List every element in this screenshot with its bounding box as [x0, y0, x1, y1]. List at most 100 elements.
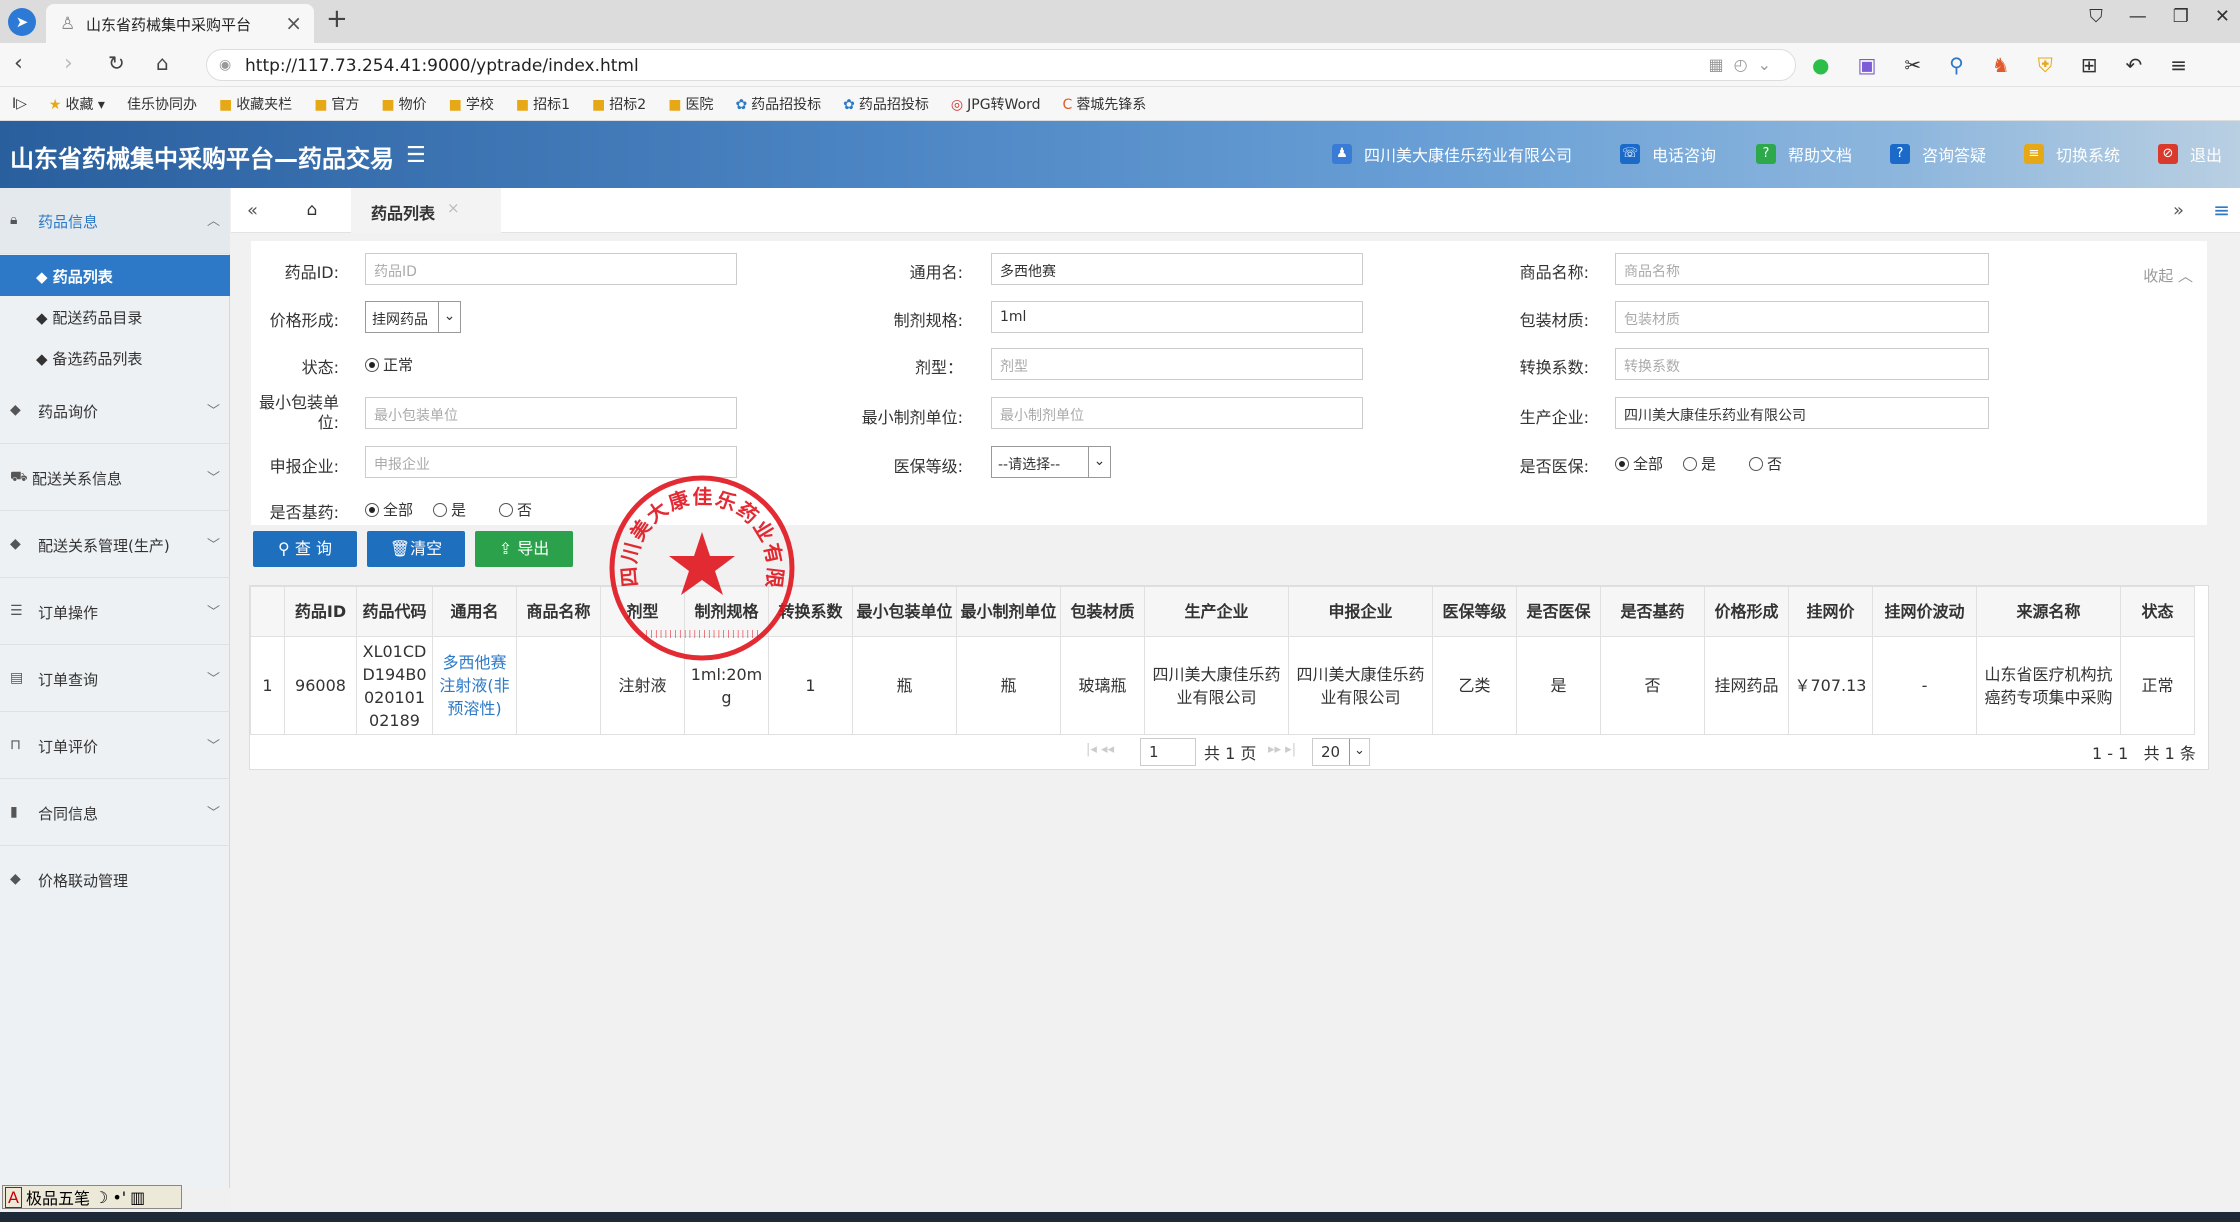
grid-icon[interactable]: ⊞ — [2081, 53, 2098, 77]
dosage-form-input[interactable]: 剂型 — [991, 348, 1363, 380]
sidebar-item-contract[interactable]: ▮ 合同信息 ﹀ — [0, 780, 230, 846]
insurance-all-radio[interactable]: 全部 — [1615, 453, 1663, 474]
spec-input[interactable]: 1ml — [991, 301, 1363, 333]
wechat-icon[interactable]: ● — [1812, 53, 1829, 77]
generic-name-input[interactable]: 多西他赛 — [991, 253, 1363, 285]
collapse-toggle[interactable]: 收起 ︿ — [2143, 265, 2193, 286]
tabs-menu-icon[interactable]: ≡ — [2213, 198, 2230, 222]
menu-icon[interactable]: ≡ — [2170, 53, 2187, 77]
bookmark-item[interactable]: ■ 招标2 — [592, 94, 646, 114]
drug-id-input[interactable]: 药品ID — [365, 253, 737, 285]
bookmark-item[interactable]: ✿ 药品招投标 — [843, 94, 929, 114]
clear-button[interactable]: 🗑︎清空 — [367, 531, 465, 567]
translate-icon[interactable]: ▣ — [1857, 53, 1876, 77]
jpg-icon: ◎ — [950, 96, 964, 113]
browser-tab[interactable]: ♙ 山东省药械集中采购平台 × — [46, 4, 314, 43]
site-info-icon[interactable]: ◉ — [219, 57, 231, 73]
record-range: 1 - 1 共 1 条 — [2092, 744, 2196, 763]
restore-icon[interactable]: ❐ — [2173, 6, 2189, 27]
minimize-icon[interactable]: — — [2129, 6, 2147, 27]
last-page-icon[interactable]: ▸▸ ▸| — [1268, 742, 1296, 757]
tabs-scroll-right-icon[interactable]: » — [2173, 200, 2184, 221]
bookmark-item[interactable]: ■ 官方 — [314, 94, 359, 114]
sidebar-item-order-review[interactable]: ⊓ 订单评价 ﹀ — [0, 713, 230, 779]
generic-name-link[interactable]: 多西他赛注射液(非预溶性) — [432, 636, 517, 735]
first-page-icon[interactable]: |◂ ◂◂ — [1086, 742, 1114, 757]
min-package-unit-input[interactable]: 最小包装单位 — [365, 397, 737, 429]
sidebar-item-order-ops[interactable]: ☰ 订单操作 ﹀ — [0, 579, 230, 645]
sidebar-item-delivery-info[interactable]: ⛟ 配送关系信息 ﹀ — [0, 445, 230, 511]
bookmarks-toggle-icon[interactable]: I▷ — [12, 96, 27, 112]
close-window-icon[interactable]: ✕ — [2215, 6, 2230, 27]
help-icon: ? — [1756, 144, 1776, 164]
undo-icon[interactable]: ↶ — [2125, 53, 2142, 77]
sidebar-item-inquiry[interactable]: ◆ 药品询价 ﹀ — [0, 378, 230, 444]
reload-icon[interactable]: ↻ — [108, 51, 125, 75]
sidebar-item-drug-info[interactable]: 🔒︎ 药品信息 ︿ — [0, 188, 230, 254]
bookmark-item[interactable]: C 蓉城先锋系 — [1063, 94, 1147, 114]
sidebar-item-order-query[interactable]: ▤ 订单查询 ﹀ — [0, 646, 230, 712]
insurance-level-select[interactable]: --请选择-- ⌄ — [991, 446, 1111, 478]
sidebar-sub-delivery-catalog[interactable]: ◆ 配送药品目录 — [0, 296, 230, 337]
bookmark-item[interactable]: ★ 收藏 ▾ — [49, 94, 105, 114]
col-header: 挂网价波动 — [1872, 586, 1977, 637]
lock-icon: 🔒︎ — [10, 212, 18, 228]
bookmark-item[interactable]: ■ 招标1 — [516, 94, 570, 114]
bookmark-item[interactable]: ■ 物价 — [381, 94, 426, 114]
logout-link[interactable]: ⊘ 退出 — [2158, 142, 2222, 166]
url-field[interactable]: ◉ http://117.73.254.41:9000/yptrade/inde… — [206, 49, 1796, 81]
package-material-input[interactable]: 包装材质 — [1615, 301, 1989, 333]
label-manufacturer: 生产企业: — [1519, 408, 1589, 427]
price-form-select[interactable]: 挂网药品 ⌄ — [365, 301, 461, 333]
switch-system-link[interactable]: ≡ 切换系统 — [2024, 142, 2120, 166]
back-icon[interactable]: ‹ — [14, 51, 23, 76]
status-normal-radio[interactable]: 正常 — [365, 354, 413, 375]
sidebar-sub-candidate-list[interactable]: ◆ 备选药品列表 — [0, 337, 230, 378]
company-link[interactable]: ♟ 四川美大康佳乐药业有限公司 — [1332, 142, 1572, 166]
scissors-icon[interactable]: ✂ — [1904, 53, 1921, 77]
trade-name-input[interactable]: 商品名称 — [1615, 253, 1989, 285]
conversion-input[interactable]: 转换系数 — [1615, 348, 1989, 380]
page-number-input[interactable]: 1 — [1140, 738, 1196, 766]
phone-link[interactable]: ☏ 电话咨询 — [1620, 142, 1716, 166]
bookmark-item[interactable]: ■ 学校 — [449, 94, 494, 114]
sidebar-item-price-link[interactable]: ◆ 价格联动管理 — [0, 847, 230, 913]
min-prep-unit-input[interactable]: 最小制剂单位 — [991, 397, 1363, 429]
sidebar-toggle-icon[interactable]: ☰ — [406, 143, 426, 168]
tab-close-icon[interactable]: × — [447, 199, 460, 217]
basic-all-radio[interactable]: 全部 — [365, 499, 413, 520]
bookmark-item[interactable]: ■ 收藏夹栏 — [219, 94, 292, 114]
shield-icon[interactable]: ⛨ — [2038, 53, 2053, 77]
basic-no-radio[interactable]: 否 — [499, 499, 532, 520]
sidebar-item-delivery-mgmt[interactable]: ◆ 配送关系管理(生产) ﹀ — [0, 512, 230, 578]
table-row[interactable]: 1 96008 XL01CDD194B002010102189 多西他赛注射液(… — [250, 636, 2195, 735]
shirt-icon[interactable]: ⛉ — [2089, 6, 2103, 27]
search-icon[interactable]: ⚲ — [1949, 53, 1964, 77]
basic-yes-radio[interactable]: 是 — [433, 499, 466, 520]
query-button[interactable]: ⚲ 查 询 — [253, 531, 357, 567]
insurance-yes-radio[interactable]: 是 — [1683, 453, 1716, 474]
manufacturer-input[interactable]: 四川美大康佳乐药业有限公司 — [1615, 397, 1989, 429]
bookmark-item[interactable]: ■ 医院 — [668, 94, 713, 114]
label-generic-name: 通用名: — [909, 263, 963, 282]
export-button[interactable]: ⇪ 导出 — [475, 531, 573, 567]
bookmark-item[interactable]: ✿ 药品招投标 — [735, 94, 821, 114]
browser-logo-icon[interactable]: ➤ — [8, 8, 36, 36]
tab-drug-list[interactable]: 药品列表 × — [351, 188, 501, 233]
sidebar-sub-drug-list[interactable]: ◆ 药品列表 — [0, 255, 230, 296]
tab-close-icon[interactable]: × — [285, 11, 302, 35]
tabs-scroll-left-icon[interactable]: « — [247, 200, 258, 221]
new-tab-icon[interactable]: + — [326, 4, 348, 34]
qa-link[interactable]: ? 咨询答疑 — [1890, 142, 1986, 166]
bookmark-item[interactable]: ◎ JPG转Word — [951, 94, 1041, 114]
home-icon[interactable]: ⌂ — [156, 51, 169, 75]
game-icon[interactable]: ♞ — [1992, 53, 2010, 77]
url-tools-icon[interactable]: ▦◴⌄ — [1709, 55, 1781, 74]
home-tab-icon[interactable]: ⌂ — [287, 188, 337, 233]
bookmark-item[interactable]: 佳乐协同办 — [127, 94, 197, 114]
page-size-select[interactable]: 20 ⌄ — [1312, 738, 1370, 766]
insurance-no-radio[interactable]: 否 — [1749, 453, 1782, 474]
help-link[interactable]: ? 帮助文档 — [1756, 142, 1852, 166]
forward-icon[interactable]: › — [64, 51, 73, 76]
ime-toolbar[interactable]: A 极品五笔 ☽ •' ▥ — [2, 1185, 182, 1209]
